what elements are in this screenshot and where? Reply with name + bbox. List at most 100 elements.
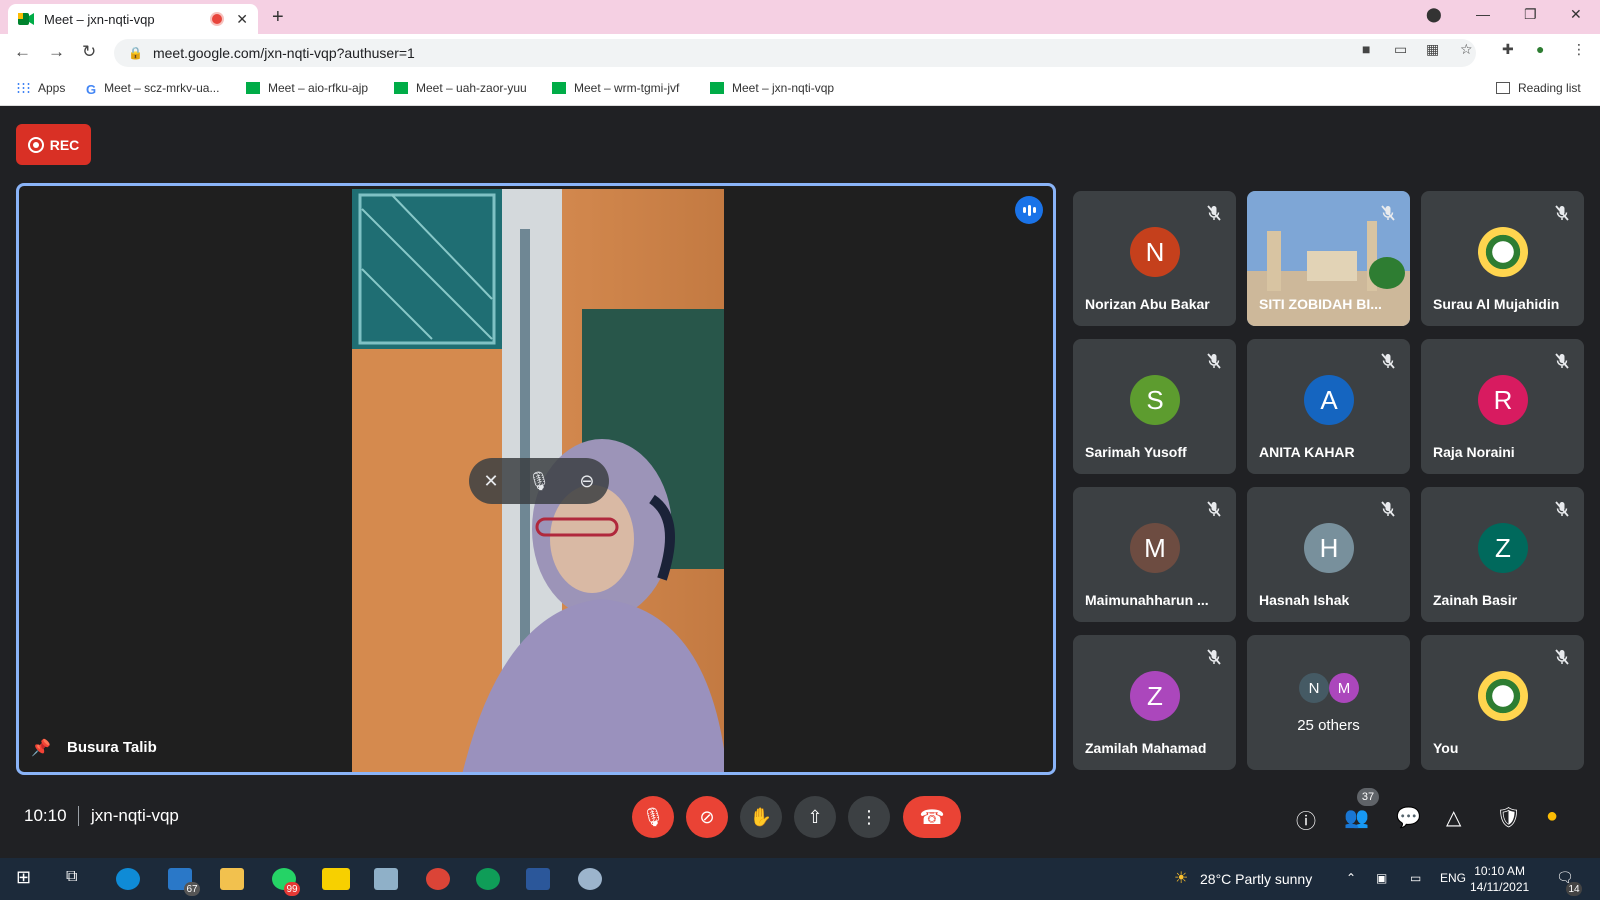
participant-name: Hasnah Ishak [1259, 592, 1350, 608]
meeting-info-button[interactable]: ⓘ [1296, 805, 1316, 834]
surau-emblem-avatar [1478, 227, 1528, 277]
participant-tile[interactable]: N Norizan Abu Bakar [1073, 191, 1236, 326]
participant-tile[interactable]: Z Zamilah Mahamad [1073, 635, 1236, 770]
bookmark-meet-2[interactable]: Meet – aio-rfku-ajp [246, 81, 368, 95]
unpin-icon[interactable]: ✕ [483, 471, 498, 492]
main-participant-tile[interactable]: ✕ 🎙 ⊖ 📌 Busura Talib [16, 183, 1056, 775]
chrome-active-icon[interactable] [476, 868, 500, 890]
profile-avatar[interactable]: ● [1536, 41, 1544, 57]
others-count-label: 25 others [1297, 717, 1360, 734]
language-indicator[interactable]: ENG [1440, 871, 1466, 885]
participant-name: Sarimah Yusoff [1085, 444, 1187, 460]
paint-icon[interactable] [578, 868, 602, 890]
extensions-puzzle-icon[interactable]: ✚ [1502, 41, 1514, 58]
pin-icon[interactable]: 📌 [31, 738, 51, 758]
browser-menu-icon[interactable]: ⋮ [1572, 41, 1586, 58]
weather-text[interactable]: 28°C Partly sunny [1200, 871, 1312, 887]
host-controls-button[interactable]: 🛡 [1496, 805, 1521, 830]
toggle-camera-button[interactable]: ⊘ [686, 796, 728, 838]
extension-icon: ● [1546, 805, 1559, 827]
forward-arrow-icon[interactable]: → [48, 42, 65, 62]
bookmark-meet-1[interactable]: G Meet – scz-mrkv-ua... [86, 81, 219, 97]
battery-icon[interactable]: ▭ [1410, 871, 1421, 885]
cast-icon[interactable]: ▭ [1394, 41, 1407, 58]
bookmark-apps[interactable]: Apps [16, 81, 65, 95]
chat-icon: 💬 [1396, 807, 1421, 829]
edge-icon[interactable] [116, 868, 140, 890]
participant-tile[interactable]: A ANITA KAHAR [1247, 339, 1410, 474]
leave-call-button[interactable]: ☎ [903, 796, 961, 838]
participant-tile[interactable]: H Hasnah Ishak [1247, 487, 1410, 622]
chrome-icon[interactable] [426, 868, 450, 890]
close-tab-icon[interactable]: ✕ [236, 11, 248, 28]
mic-muted-icon [1552, 647, 1572, 667]
toggle-mic-button[interactable]: 🎙 [632, 796, 674, 838]
raise-hand-button[interactable]: ✋ [740, 796, 782, 838]
avatar: H [1304, 523, 1354, 573]
participant-tile[interactable]: M Maimunahharun ... [1073, 487, 1236, 622]
file-explorer-icon[interactable] [220, 868, 244, 890]
reading-list-icon [1496, 82, 1510, 94]
app-icon[interactable] [374, 868, 398, 890]
bookmark-meet-3[interactable]: Meet – uah-zaor-yuu [394, 81, 527, 95]
self-tile[interactable]: You [1421, 635, 1584, 770]
participant-tile[interactable]: Surau Al Mujahidin [1421, 191, 1584, 326]
task-view-icon[interactable]: ⧉ [66, 868, 77, 886]
people-button[interactable]: 👥 [1344, 805, 1369, 830]
mic-muted-icon [1204, 351, 1224, 371]
system-clock[interactable]: 10:10 AM 14/11/2021 [1470, 863, 1529, 895]
restore-button[interactable]: ❐ [1524, 6, 1537, 23]
chat-button[interactable]: 💬 [1396, 805, 1421, 830]
tray-chevron-icon[interactable]: ⌃ [1346, 871, 1356, 885]
windows-start-icon[interactable]: ⊞ [16, 867, 31, 888]
avatar: A [1304, 375, 1354, 425]
extension-button[interactable]: ● [1546, 805, 1558, 828]
profile-dropdown-icon[interactable]: ⬤ [1426, 6, 1442, 23]
mute-participant-icon[interactable]: 🎙 [528, 471, 551, 492]
more-options-button[interactable]: ⋮ [848, 796, 890, 838]
minimize-button[interactable]: — [1476, 6, 1490, 22]
close-window-button[interactable]: ✕ [1570, 6, 1582, 23]
browser-toolbar: ← → ↻ 🔒 meet.google.com/jxn-nqti-vqp?aut… [0, 34, 1600, 72]
participant-name: Norizan Abu Bakar [1085, 296, 1210, 312]
meet-icon [710, 82, 724, 94]
participant-tile[interactable]: SITI ZOBIDAH BI... [1247, 191, 1410, 326]
tile-hover-controls: ✕ 🎙 ⊖ [469, 458, 609, 504]
reading-list-button[interactable]: Reading list [1496, 81, 1581, 95]
back-arrow-icon[interactable]: ← [14, 42, 31, 62]
bookmarks-bar: Apps G Meet – scz-mrkv-ua... Meet – aio-… [0, 72, 1600, 106]
participant-tile[interactable]: Z Zainah Basir [1421, 487, 1584, 622]
participant-tile[interactable]: R Raja Noraini [1421, 339, 1584, 474]
camera-in-use-icon[interactable]: ■ [1362, 41, 1370, 57]
weather-icon[interactable]: ☀ [1174, 868, 1188, 888]
others-tile[interactable]: N M 25 others [1247, 635, 1410, 770]
bookmark-star-icon[interactable]: ☆ [1460, 41, 1473, 58]
word-icon[interactable] [526, 868, 550, 890]
avatar: Z [1478, 523, 1528, 573]
present-icon: ⇧ [807, 806, 823, 827]
divider [78, 806, 79, 826]
speaking-indicator-icon [1015, 196, 1043, 224]
bookmark-meet-4[interactable]: Meet – wrm-tgmi-jvf [552, 81, 679, 95]
activities-button[interactable]: △ [1446, 805, 1461, 830]
browser-tab[interactable]: Meet – jxn-nqti-vqp ✕ [8, 4, 258, 34]
apps-grid-icon[interactable]: ▦ [1426, 41, 1439, 58]
meeting-time: 10:10 [24, 806, 67, 825]
remove-participant-icon[interactable]: ⊖ [579, 471, 594, 492]
bookmark-meet-5[interactable]: Meet – jxn-nqti-vqp [710, 81, 834, 95]
network-icon[interactable]: ▣ [1376, 871, 1387, 885]
participant-tile[interactable]: S Sarimah Yusoff [1073, 339, 1236, 474]
participant-name: Maimunahharun ... [1085, 592, 1209, 608]
new-tab-button[interactable]: + [272, 6, 284, 29]
recording-button[interactable]: REC [16, 124, 91, 165]
address-bar[interactable]: 🔒 meet.google.com/jxn-nqti-vqp?authuser=… [114, 39, 1476, 67]
meet-favicon-icon [18, 13, 34, 25]
present-screen-button[interactable]: ⇧ [794, 796, 836, 838]
windows-taskbar: ⊞ ⧉ 67 99 ☀ 28°C Partly sunny ⌃ ▣ ▭ ENG … [0, 858, 1600, 900]
mic-muted-icon [1378, 351, 1398, 371]
sticky-notes-icon[interactable] [322, 868, 350, 890]
reload-icon[interactable]: ↻ [82, 42, 96, 62]
tab-title: Meet – jxn-nqti-vqp [44, 11, 155, 27]
avatar: M [1130, 523, 1180, 573]
whatsapp-badge: 99 [284, 882, 300, 896]
